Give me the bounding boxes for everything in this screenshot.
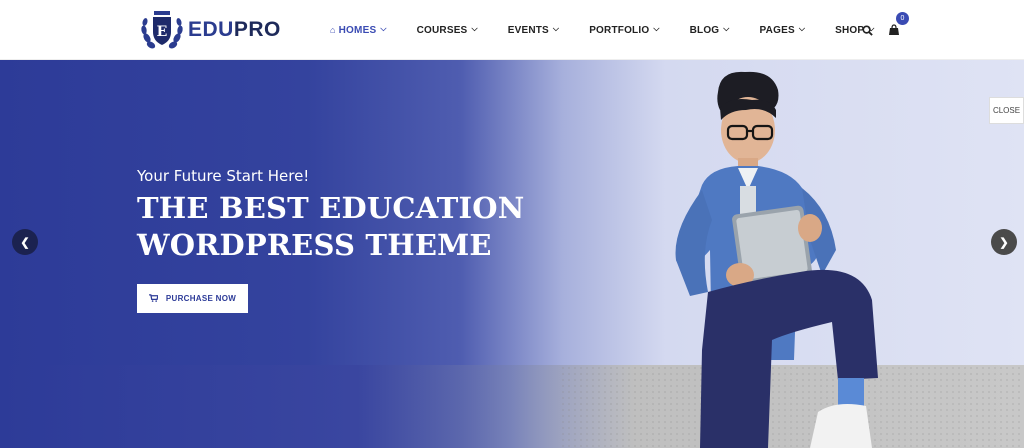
chevron-down-icon: ⌵	[798, 24, 806, 33]
slider-next-button[interactable]: ❯	[991, 229, 1017, 255]
chevron-down-icon: ⌵	[653, 24, 660, 33]
nav-courses-label: COURSES	[416, 24, 468, 36]
nav-homes[interactable]: ⌂ HOMES ⌵	[330, 0, 387, 60]
nav-pages[interactable]: PAGES ⌵	[760, 0, 806, 60]
hero-headline: THE BEST EDUCATION WORDPRESS THEME	[137, 190, 524, 264]
slider-prev-button[interactable]: ❮	[12, 229, 38, 255]
chevron-down-icon: ⌵	[471, 24, 478, 33]
nav-portfolio[interactable]: PORTFOLIO ⌵	[589, 0, 659, 60]
search-icon[interactable]	[860, 23, 874, 37]
cart-button[interactable]: 0	[886, 12, 909, 38]
chevron-down-icon: ⌵	[723, 24, 730, 33]
header-tools: 0	[860, 0, 909, 60]
nav-blog-label: BLOG	[689, 24, 720, 36]
chevron-right-icon: ❯	[999, 236, 1009, 249]
chevron-down-icon: ⌵	[552, 24, 560, 33]
site-header: E EDUPRO ⌂ HOMES ⌵ COURSES ⌵ EVENTS ⌵ PO…	[0, 0, 1024, 60]
chevron-left-icon: ❮	[20, 236, 30, 249]
main-nav: ⌂ HOMES ⌵ COURSES ⌵ EVENTS ⌵ PORTFOLIO ⌵…	[330, 0, 905, 60]
nav-events-label: EVENTS	[507, 24, 549, 36]
brand-name-part2: PRO	[233, 18, 281, 41]
nav-blog[interactable]: BLOG ⌵	[690, 0, 730, 60]
shopping-bag-icon	[889, 24, 899, 35]
nav-portfolio-label: PORTFOLIO	[589, 24, 650, 36]
nav-courses[interactable]: COURSES ⌵	[417, 0, 478, 60]
nav-homes-label: HOMES	[338, 24, 377, 36]
close-panel-button[interactable]: CLOSE	[989, 97, 1024, 124]
nav-pages-label: PAGES	[759, 24, 795, 36]
emblem-letter: E	[157, 24, 168, 40]
brand-name: EDUPRO	[188, 18, 281, 42]
logo[interactable]: E EDUPRO	[138, 8, 281, 52]
nav-events[interactable]: EVENTS ⌵	[508, 0, 559, 60]
brand-name-part1: EDU	[188, 18, 234, 41]
purchase-now-label: PURCHASE NOW	[165, 294, 237, 303]
home-icon: ⌂	[330, 25, 336, 35]
hero-tagline: Your Future Start Here!	[137, 167, 310, 185]
purchase-now-button[interactable]: PURCHASE NOW	[137, 284, 248, 313]
hero-headline-line2: WORDPRESS THEME	[137, 228, 492, 262]
cart-icon	[148, 293, 159, 304]
cart-count-badge: 0	[896, 12, 909, 25]
hero-headline-line1: THE BEST EDUCATION	[137, 191, 525, 225]
chevron-down-icon: ⌵	[380, 24, 387, 33]
student-with-tablet-image	[675, 71, 878, 448]
laurel-shield-icon: E	[138, 8, 186, 52]
